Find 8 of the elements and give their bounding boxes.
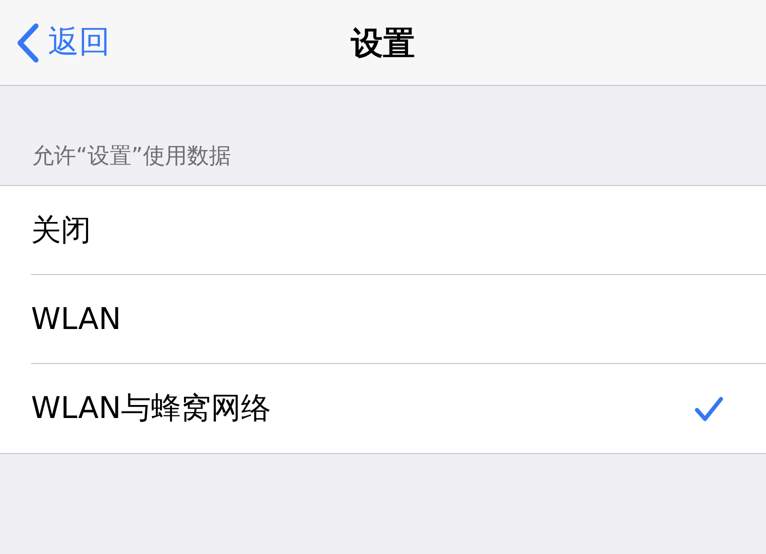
section-header: 允许“设置”使用数据	[31, 143, 232, 171]
back-button[interactable]: 返回	[0, 22, 110, 62]
checkmark-icon	[694, 396, 724, 422]
chevron-left-icon	[16, 22, 40, 62]
window-title: 设置	[351, 22, 415, 64]
option-row[interactable]: WLAN	[31, 275, 766, 364]
option-row[interactable]: 关闭	[31, 186, 766, 275]
option-row[interactable]: WLAN与蜂窝网络	[31, 364, 766, 453]
